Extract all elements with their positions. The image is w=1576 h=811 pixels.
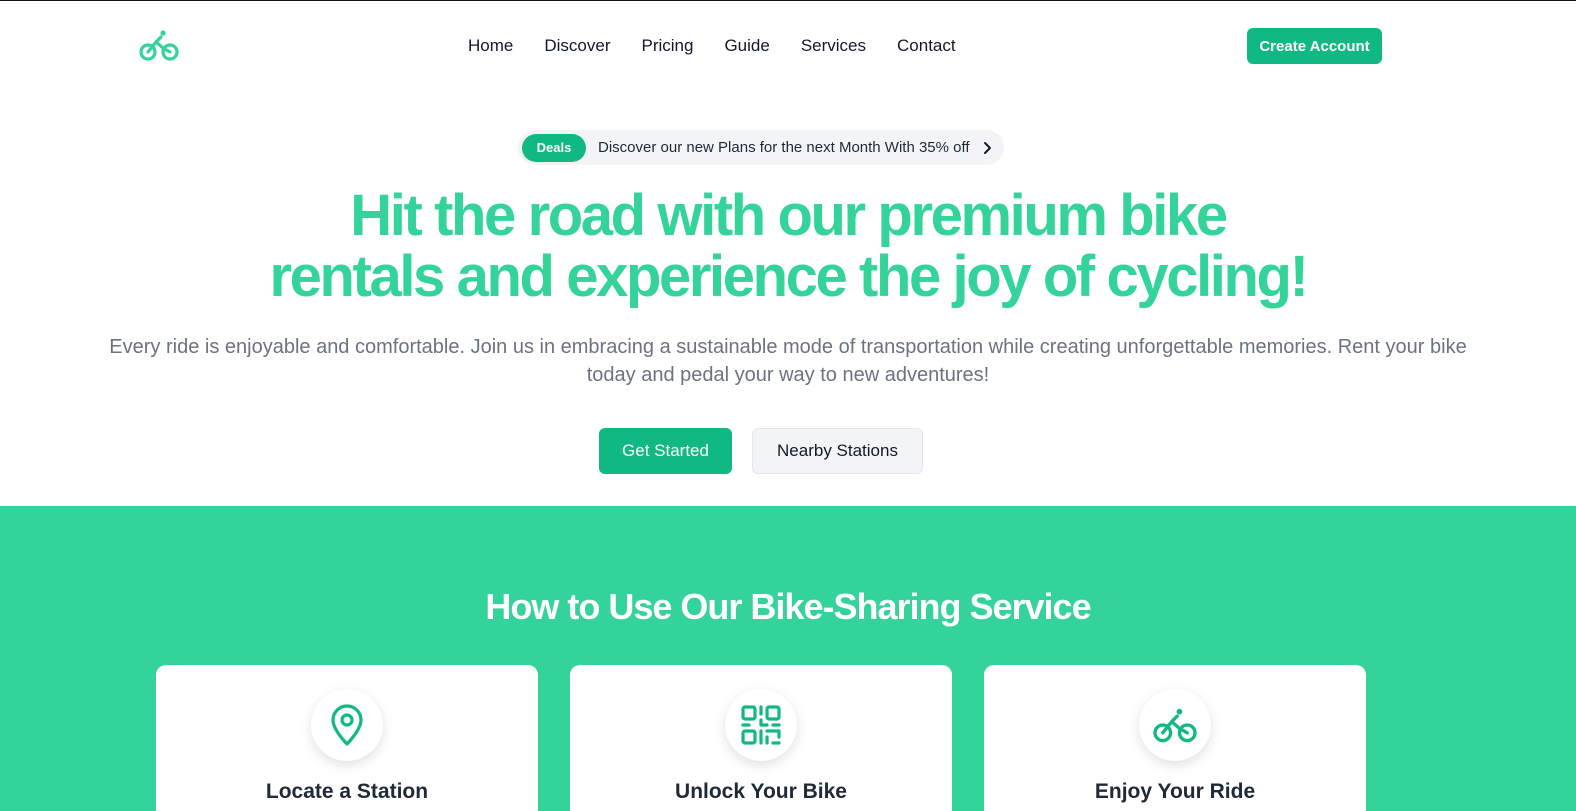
bicycle-icon[interactable] [139, 27, 179, 63]
get-started-button[interactable]: Get Started [599, 428, 732, 474]
qr-code-icon [725, 689, 797, 761]
deals-badge: Deals [522, 133, 586, 162]
section-title: How to Use Our Bike-Sharing Service [485, 586, 1091, 627]
step-card-title: Locate a Station [265, 780, 429, 803]
hero-title-line-1: Hit the road with our premium bike [350, 183, 1228, 248]
nav-services[interactable]: Services [801, 35, 866, 57]
nearby-stations-button[interactable]: Nearby Stations [752, 428, 923, 474]
step-card-unlock: Unlock Your Bike [570, 665, 952, 811]
top-nav: Home Discover Pricing Guide Services Con… [0, 1, 1576, 91]
nav-contact[interactable]: Contact [897, 35, 956, 57]
deals-banner[interactable]: Deals Discover our new Plans for the nex… [518, 130, 1004, 165]
nav-guide[interactable]: Guide [724, 35, 769, 57]
nav-discover[interactable]: Discover [544, 35, 610, 57]
step-card-title: Enjoy Your Ride [1094, 780, 1256, 803]
nav-home[interactable]: Home [468, 35, 513, 57]
main-menu: Home Discover Pricing Guide Services Con… [468, 35, 987, 57]
how-to-use-section: How to Use Our Bike-Sharing Service Loca… [0, 506, 1576, 811]
hero-subtitle: Every ride is enjoyable and comfortable.… [40, 333, 1536, 389]
hero-title: Hit the road with our premium bike renta… [0, 185, 1576, 307]
deals-text: Discover our new Plans for the next Mont… [598, 139, 970, 156]
bicycle-icon [1139, 689, 1211, 761]
chevron-right-icon [980, 141, 994, 155]
map-pin-icon [311, 689, 383, 761]
hero-title-line-2: rentals and experience the joy of cyclin… [269, 244, 1309, 309]
step-card-ride: Enjoy Your Ride [984, 665, 1366, 811]
step-card-locate: Locate a Station [156, 665, 538, 811]
nav-pricing[interactable]: Pricing [641, 35, 693, 57]
hero-subtitle-line-2: today and pedal your way to new adventur… [586, 364, 990, 386]
create-account-button[interactable]: Create Account [1247, 28, 1382, 64]
step-card-title: Unlock Your Bike [675, 780, 847, 803]
hero-subtitle-line-1: Every ride is enjoyable and comfortable.… [109, 336, 1467, 358]
